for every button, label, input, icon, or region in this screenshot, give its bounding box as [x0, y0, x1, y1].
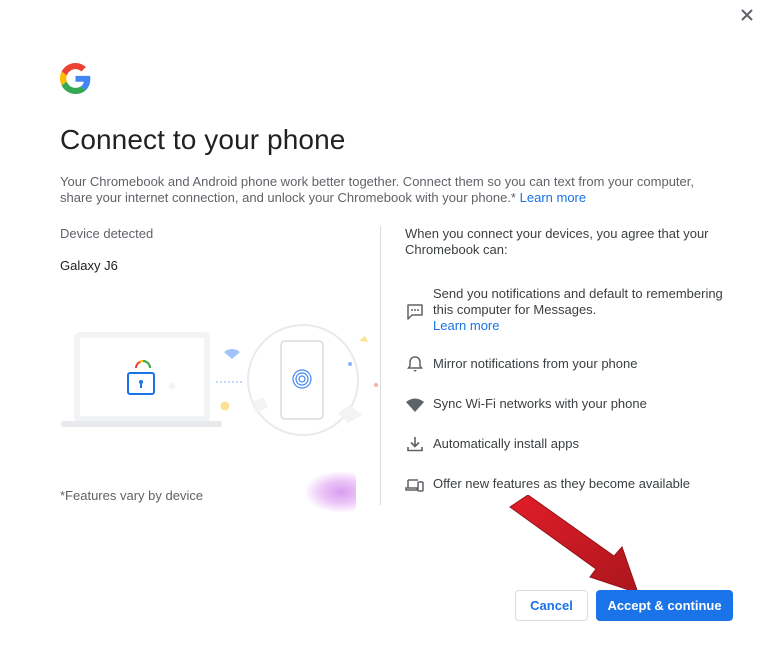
permission-apps: Automatically install apps: [405, 436, 725, 452]
device-name: Galaxy J6: [60, 258, 118, 273]
permission-mirror: Mirror notifications from your phone: [405, 356, 725, 372]
bell-icon: [407, 356, 423, 372]
accept-continue-button[interactable]: Accept & continue: [596, 590, 733, 621]
wifi-icon: [406, 398, 424, 412]
description-text: Your Chromebook and Android phone work b…: [60, 174, 694, 205]
download-icon: [407, 437, 423, 452]
device-detected-label: Device detected: [60, 226, 154, 241]
features-note: *Features vary by device: [60, 488, 204, 503]
google-logo-icon: [60, 63, 91, 94]
devices-icon: [405, 479, 424, 492]
permission-text: Mirror notifications from your phone: [433, 356, 638, 371]
permission-features: Offer new features as they become availa…: [405, 476, 725, 492]
permission-notifications: Send you notifications and default to re…: [405, 286, 725, 334]
column-divider: [380, 226, 381, 505]
permission-text: Automatically install apps: [433, 436, 579, 451]
message-icon: [407, 304, 423, 320]
decorative-blur: [306, 472, 356, 512]
cancel-button[interactable]: Cancel: [515, 590, 588, 621]
agreement-intro: When you connect your devices, you agree…: [405, 226, 709, 257]
permission-wifi: Sync Wi-Fi networks with your phone: [405, 396, 725, 412]
permission-text: Send you notifications and default to re…: [433, 286, 723, 317]
dialog-description: Your Chromebook and Android phone work b…: [60, 174, 720, 206]
permission-text: Sync Wi-Fi networks with your phone: [433, 396, 647, 411]
permission-learn-more-link[interactable]: Learn more: [433, 318, 499, 333]
close-button[interactable]: [736, 4, 758, 26]
learn-more-link[interactable]: Learn more: [520, 190, 586, 205]
permission-text: Offer new features as they become availa…: [433, 476, 691, 491]
page-title: Connect to your phone: [60, 124, 346, 155]
phone-laptop-illustration: [61, 324, 378, 436]
close-icon: [741, 9, 753, 21]
red-arrow-annotation: [509, 495, 639, 594]
